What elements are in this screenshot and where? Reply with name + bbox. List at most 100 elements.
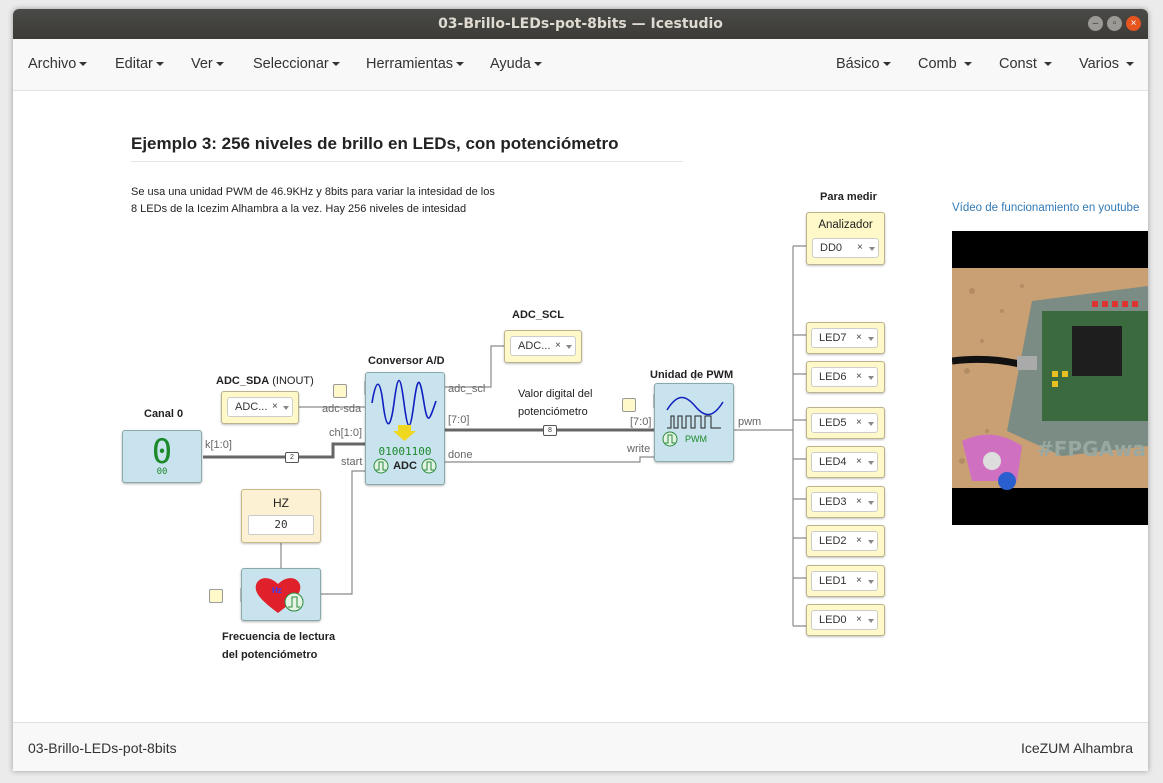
port-write: write [627, 443, 651, 455]
frecuencia-line2: del potenciómetro [222, 649, 318, 661]
led-block-0[interactable]: LED0 × [806, 604, 885, 636]
adc-clock-input[interactable] [333, 384, 347, 398]
led-pin-value: LED3 [819, 496, 847, 508]
caret-down-icon [1043, 62, 1052, 67]
menu-archivo[interactable]: Archivo [28, 56, 88, 72]
caret-down-icon [963, 62, 972, 67]
clear-icon[interactable]: × [856, 332, 862, 343]
port-start: start [341, 456, 363, 468]
dropdown-arrow-icon [868, 619, 874, 623]
led-pin-select[interactable]: LED1 × [811, 571, 878, 591]
menu-herramientas[interactable]: Herramientas [366, 56, 465, 72]
youtube-link[interactable]: Vídeo de funcionamiento en youtube [952, 202, 1139, 214]
dropdown-arrow-icon [868, 376, 874, 380]
clear-icon[interactable]: × [856, 456, 862, 467]
menu-basico-label: Básico [836, 56, 880, 72]
window-title: 03-Brillo-LEDs-pot-8bits — Icestudio [438, 16, 723, 32]
led-block-6[interactable]: LED6 × [806, 361, 885, 393]
video-thumbnail[interactable]: #FPGAwa [952, 231, 1148, 525]
conversor-label: Conversor A/D [368, 355, 445, 367]
led-pin-select[interactable]: LED4 × [811, 452, 878, 472]
dropdown-arrow-icon [868, 580, 874, 584]
caret-down-icon [215, 62, 224, 67]
clear-icon[interactable]: × [272, 401, 278, 412]
adc-scl-block[interactable]: ADC... × [504, 330, 582, 363]
hz-value-input[interactable]: 20 [248, 515, 314, 535]
clear-icon[interactable]: × [856, 371, 862, 382]
wire-freq-start [320, 470, 365, 595]
maximize-button[interactable]: ▫ [1107, 16, 1122, 31]
hz-constant-block[interactable]: HZ 20 [241, 489, 321, 543]
led-block-1[interactable]: LED1 × [806, 565, 885, 597]
wire-adc-scl [445, 345, 504, 388]
led-block-2[interactable]: LED2 × [806, 525, 885, 557]
menu-archivo-label: Archivo [28, 56, 77, 72]
led-block-3[interactable]: LED3 × [806, 486, 885, 518]
led-block-5[interactable]: LED5 × [806, 407, 885, 439]
bus-width-badge: 8 [543, 425, 557, 436]
minimize-button[interactable]: – [1088, 16, 1103, 31]
description-line-1: Se usa una unidad PWM de 46.9KHz y 8bits… [131, 186, 495, 198]
pwm-name: PWM [685, 434, 707, 444]
menu-const[interactable]: Const [999, 56, 1052, 72]
wire-done-write [445, 456, 654, 463]
analizador-pin-select[interactable]: DD0 × [812, 238, 879, 258]
led-pin-value: LED6 [819, 371, 847, 383]
caret-down-icon [533, 62, 542, 67]
pwm-wave-icon [662, 396, 724, 447]
adc-scl-pin-value: ADC... [518, 340, 551, 352]
led-block-7[interactable]: LED7 × [806, 322, 885, 354]
canal0-constant-block[interactable]: 0 00 [122, 430, 202, 483]
adc-sda-block[interactable]: ADC... × [221, 391, 299, 424]
led-pin-select[interactable]: LED2 × [811, 531, 878, 551]
conversor-ad-block[interactable]: 01001100 ADC [365, 372, 445, 485]
clear-icon[interactable]: × [856, 575, 862, 586]
pwm-clock-input[interactable] [622, 398, 636, 412]
dropdown-arrow-icon [869, 247, 875, 251]
menu-comb[interactable]: Comb [918, 56, 972, 72]
clear-icon[interactable]: × [555, 340, 561, 351]
pwm-block[interactable]: PWM [654, 383, 734, 462]
clear-icon[interactable]: × [856, 535, 862, 546]
led-pin-select[interactable]: LED6 × [811, 367, 878, 387]
design-canvas[interactable]: Ejemplo 3: 256 niveles de brillo en LEDs… [13, 91, 1148, 722]
menu-seleccionar[interactable]: Seleccionar [253, 56, 340, 72]
freq-clock-input[interactable] [209, 589, 223, 603]
menu-ver[interactable]: Ver [191, 56, 224, 72]
hz-label: HZ [273, 496, 289, 510]
board-name[interactable]: IceZUM Alhambra [1021, 740, 1133, 756]
clear-icon[interactable]: × [856, 417, 862, 428]
valor-digital-line2: potenciómetro [518, 406, 588, 418]
adc-scl-pin-select[interactable]: ADC... × [510, 336, 576, 356]
port-data-out: [7:0] [448, 414, 470, 426]
app-window: 03-Brillo-LEDs-pot-8bits — Icestudio – ▫… [13, 9, 1148, 771]
led-pin-select[interactable]: LED0 × [811, 610, 878, 630]
menu-varios[interactable]: Varios [1079, 56, 1135, 72]
dropdown-arrow-icon [868, 337, 874, 341]
led-pin-select[interactable]: LED7 × [811, 328, 878, 348]
menu-bar: Archivo Editar Ver Seleccionar Herramien… [13, 39, 1148, 91]
menu-editar[interactable]: Editar [115, 56, 164, 72]
project-name: 03-Brillo-LEDs-pot-8bits [28, 740, 177, 756]
led-pin-value: LED0 [819, 614, 847, 626]
svg-text:#FPGAwa: #FPGAwa [1037, 437, 1146, 461]
close-button[interactable]: × [1126, 16, 1141, 31]
led-pin-value: LED7 [819, 332, 847, 344]
pwm-label: Unidad de PWM [650, 369, 734, 381]
canal0-value: 0 [151, 432, 173, 472]
led-pin-select[interactable]: LED5 × [811, 413, 878, 433]
analizador-block[interactable]: Analizador DD0 × [806, 212, 885, 265]
port-adc-sda: adc-sda [322, 403, 362, 415]
clear-icon[interactable]: × [856, 496, 862, 507]
led-pin-select[interactable]: LED3 × [811, 492, 878, 512]
para-medir-label: Para medir [820, 191, 877, 203]
clear-icon[interactable]: × [857, 242, 863, 253]
led-block-4[interactable]: LED4 × [806, 446, 885, 478]
canal0-hex: 00 [156, 467, 168, 477]
frecuencia-block[interactable]: Hz [241, 568, 321, 621]
clear-icon[interactable]: × [856, 614, 862, 625]
menu-basico[interactable]: Básico [836, 56, 891, 72]
menu-ayuda[interactable]: Ayuda [490, 56, 542, 72]
adc-sda-label: ADC_SDA (INOUT) [216, 375, 314, 387]
adc-sda-pin-select[interactable]: ADC... × [227, 397, 293, 417]
